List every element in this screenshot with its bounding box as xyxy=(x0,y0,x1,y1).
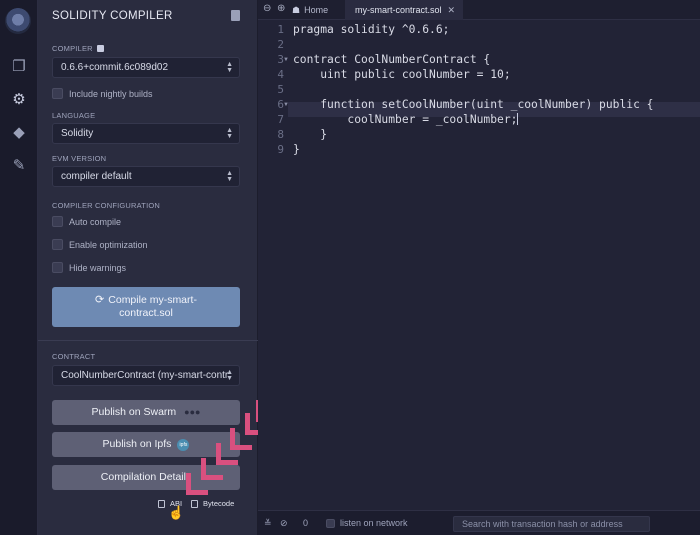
evm-version-label: EVM VERSION xyxy=(52,154,107,163)
line-number: 3 xyxy=(277,53,284,66)
line-number: 7 xyxy=(277,113,284,126)
language-select[interactable]: Solidity ▲ ▼ xyxy=(52,123,240,144)
compile-button[interactable]: ⟳ Compile my-smart- contract.sol xyxy=(52,287,240,327)
tab-file[interactable]: my-smart-contract.sol ✕ xyxy=(345,0,463,20)
listen-network-label: listen on network xyxy=(340,518,408,528)
checkbox-box[interactable] xyxy=(52,239,63,250)
plugin-manager-icon[interactable]: ✎ xyxy=(9,156,29,176)
code-line: uint public coolNumber = 10; xyxy=(293,68,511,81)
contract-select[interactable]: CoolNumberContract (my-smart-contr ▲ ▼ xyxy=(52,365,240,386)
icon-rail: ❐ ⚙ ◆ ✎ xyxy=(0,0,38,535)
doc-icon[interactable] xyxy=(231,10,240,21)
zoom-out-icon[interactable]: ⊖ xyxy=(263,3,271,14)
divider xyxy=(38,340,258,341)
compiler-label: COMPILER xyxy=(52,44,104,53)
collapse-terminal-icon[interactable]: ≚ xyxy=(264,518,272,529)
swarm-icon: ●●● xyxy=(184,407,201,417)
checkbox-box[interactable] xyxy=(52,216,63,227)
panel-title: SOLIDITY COMPILER xyxy=(52,10,173,22)
fold-arrow-icon[interactable]: ▼ xyxy=(283,57,289,63)
ipfs-icon: ipfs xyxy=(177,439,190,451)
publish-swarm-button[interactable]: Publish on Swarm ●●● xyxy=(52,400,240,425)
editor-tabs: ⊖ ⊕ ☗ Home my-smart-contract.sol ✕ xyxy=(258,0,700,20)
line-number: 2 xyxy=(277,38,284,51)
remix-logo-icon[interactable] xyxy=(5,8,31,34)
compiler-config-label: COMPILER CONFIGURATION xyxy=(52,201,161,210)
clear-console-icon[interactable]: ⊘ xyxy=(280,518,288,529)
line-number: 4 xyxy=(277,68,284,81)
compiler-version-select[interactable]: 0.6.6+commit.6c089d02 ▲ ▼ xyxy=(52,57,240,78)
zoom-in-icon[interactable]: ⊕ xyxy=(277,3,285,14)
line-number: 9 xyxy=(277,143,284,156)
code-line: function setCoolNumber(uint _coolNumber)… xyxy=(293,98,654,111)
checkbox-box[interactable] xyxy=(52,262,63,273)
code-editor[interactable]: 1 2 3 ▼ 4 5 6 ▼ 7 8 9 pragma solidity ^0… xyxy=(258,20,700,510)
hide-warnings-checkbox[interactable]: Hide warnings xyxy=(52,262,126,273)
tab-home[interactable]: ☗ Home xyxy=(292,0,328,20)
contract-label: CONTRACT xyxy=(52,352,96,361)
language-label: LANGUAGE xyxy=(52,111,96,120)
chevron-updown-icon: ▲ ▼ xyxy=(226,127,233,140)
text-cursor xyxy=(517,113,519,125)
hand-cursor-icon: ☝ xyxy=(168,505,185,520)
remix-ide: ❐ ⚙ ◆ ✎ SOLIDITY COMPILER COMPILER 0.6.6… xyxy=(0,0,700,535)
code-line: } xyxy=(293,128,328,141)
pending-tx-count: 0 xyxy=(303,518,309,528)
listen-network-checkbox[interactable] xyxy=(326,519,335,528)
line-number: 8 xyxy=(277,128,284,141)
code-line: pragma solidity ^0.6.6; xyxy=(293,23,450,36)
publish-ipfs-button[interactable]: Publish on Ipfs ipfs xyxy=(52,432,240,457)
enable-optimization-checkbox[interactable]: Enable optimization xyxy=(52,239,148,250)
file-explorer-icon[interactable]: ❐ xyxy=(9,57,29,77)
deploy-run-icon[interactable]: ◆ xyxy=(9,123,29,143)
copy-icon xyxy=(191,499,198,508)
close-icon[interactable]: ✕ xyxy=(447,0,455,20)
transaction-search-input[interactable]: Search with transaction hash or address xyxy=(453,516,650,532)
line-gutter: 1 2 3 ▼ 4 5 6 ▼ 7 8 9 xyxy=(258,20,289,510)
info-icon xyxy=(96,45,104,52)
checkbox-box[interactable] xyxy=(52,88,63,99)
evm-version-select[interactable]: compiler default ▲ ▼ xyxy=(52,166,240,187)
chevron-updown-icon: ▲ ▼ xyxy=(226,369,233,382)
nightly-builds-checkbox[interactable]: Include nightly builds xyxy=(52,88,153,99)
arrow-annotation xyxy=(186,473,208,495)
refresh-icon: ⟳ xyxy=(95,294,105,306)
line-number: 6 xyxy=(277,98,284,111)
copy-bytecode-button[interactable]: Bytecode xyxy=(191,499,234,508)
terminal-bar: ≚ ⊘ 0 listen on network Search with tran… xyxy=(258,510,700,535)
chevron-updown-icon: ▲ ▼ xyxy=(226,61,233,74)
code-line: contract CoolNumberContract { xyxy=(293,53,491,66)
solidity-compiler-icon[interactable]: ⚙ xyxy=(9,90,29,110)
code-line: } xyxy=(293,143,300,156)
home-icon: ☗ xyxy=(292,5,301,15)
chevron-updown-icon: ▲ ▼ xyxy=(226,170,233,183)
line-number: 1 xyxy=(277,23,284,36)
fold-arrow-icon[interactable]: ▼ xyxy=(283,102,289,108)
copy-icon xyxy=(158,499,165,508)
code-line: coolNumber = _coolNumber; xyxy=(293,113,519,126)
line-number: 5 xyxy=(277,83,284,96)
auto-compile-checkbox[interactable]: Auto compile xyxy=(52,216,121,227)
